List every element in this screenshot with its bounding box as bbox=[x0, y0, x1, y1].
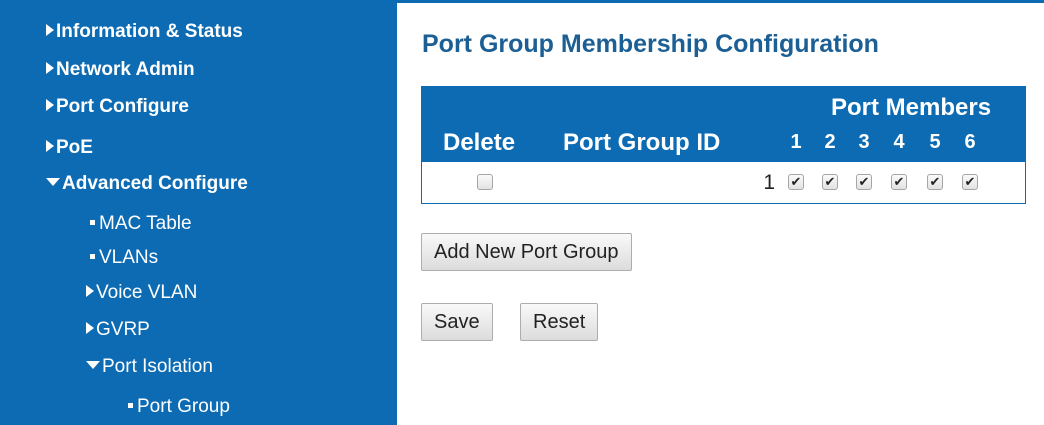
bullet-icon bbox=[128, 403, 133, 408]
sidebar-item-port-configure[interactable]: Port Configure bbox=[46, 96, 189, 118]
delete-column-header: Delete bbox=[443, 129, 516, 156]
page-title: Port Group Membership Configuration bbox=[422, 30, 879, 58]
port-member-checkbox[interactable]: ✔ bbox=[927, 174, 943, 190]
reset-button[interactable]: Reset bbox=[520, 303, 599, 341]
bullet-icon bbox=[90, 254, 95, 259]
port-group-table: Port Members Delete Port Group ID 1 2 3 … bbox=[421, 86, 1026, 204]
main-content: Port Group Membership Configuration Port… bbox=[397, 0, 1044, 425]
port-column-header: 6 bbox=[964, 131, 976, 153]
arrow-down-icon bbox=[86, 361, 100, 369]
arrow-right-icon bbox=[86, 285, 94, 297]
sidebar-item-advanced-configure[interactable]: Advanced Configure bbox=[46, 173, 248, 195]
sidebar-item-network-admin[interactable]: Network Admin bbox=[46, 59, 195, 81]
port-column-header: 5 bbox=[929, 131, 941, 153]
top-border bbox=[397, 0, 1044, 3]
arrow-right-icon bbox=[46, 140, 54, 152]
sidebar: Information & Status Network Admin Port … bbox=[0, 0, 397, 425]
sidebar-item-port-isolation[interactable]: Port Isolation bbox=[86, 356, 213, 378]
sidebar-item-label: MAC Table bbox=[99, 213, 192, 234]
sidebar-item-mac-table[interactable]: MAC Table bbox=[90, 213, 192, 235]
delete-checkbox[interactable] bbox=[477, 174, 493, 190]
port-column-header: 4 bbox=[893, 131, 905, 153]
port-column-header: 2 bbox=[824, 131, 836, 153]
arrow-right-icon bbox=[46, 99, 54, 111]
add-new-port-group-button[interactable]: Add New Port Group bbox=[421, 233, 632, 271]
port-member-checkbox[interactable]: ✔ bbox=[822, 174, 838, 190]
sidebar-item-label: Voice VLAN bbox=[96, 282, 198, 303]
table-header: Port Members Delete Port Group ID 1 2 3 … bbox=[422, 87, 1025, 162]
sidebar-item-label: GVRP bbox=[96, 319, 150, 340]
sidebar-item-port-group[interactable]: Port Group bbox=[128, 396, 230, 418]
sidebar-item-information-status[interactable]: Information & Status bbox=[46, 21, 243, 43]
sidebar-item-label: Port Group bbox=[137, 396, 230, 417]
sidebar-item-label: Advanced Configure bbox=[62, 173, 248, 194]
port-column-header: 3 bbox=[858, 131, 870, 153]
port-member-checkbox[interactable]: ✔ bbox=[856, 174, 872, 190]
arrow-right-icon bbox=[46, 24, 54, 36]
bullet-icon bbox=[90, 220, 95, 225]
port-group-id-value: 1 bbox=[763, 171, 775, 194]
port-member-checkbox[interactable]: ✔ bbox=[962, 174, 978, 190]
arrow-down-icon bbox=[46, 178, 60, 186]
sidebar-item-vlans[interactable]: VLANs bbox=[90, 247, 158, 269]
sidebar-item-label: PoE bbox=[56, 137, 93, 158]
sidebar-item-gvrp[interactable]: GVRP bbox=[86, 319, 150, 341]
sidebar-item-voice-vlan[interactable]: Voice VLAN bbox=[86, 282, 197, 304]
arrow-right-icon bbox=[86, 322, 94, 334]
port-member-checkbox[interactable]: ✔ bbox=[788, 174, 804, 190]
save-button[interactable]: Save bbox=[421, 303, 493, 341]
sidebar-item-poe[interactable]: PoE bbox=[46, 137, 93, 159]
port-group-id-column-header: Port Group ID bbox=[563, 129, 721, 156]
port-members-header: Port Members bbox=[831, 94, 992, 121]
sidebar-item-label: Information & Status bbox=[56, 21, 243, 42]
sidebar-item-label: Port Isolation bbox=[102, 356, 213, 377]
sidebar-item-label: VLANs bbox=[99, 247, 159, 268]
arrow-right-icon bbox=[46, 62, 54, 74]
table-row: 1 ✔ ✔ ✔ ✔ ✔ ✔ bbox=[422, 163, 1025, 203]
port-member-checkbox[interactable]: ✔ bbox=[891, 174, 907, 190]
sidebar-item-label: Network Admin bbox=[56, 59, 195, 80]
sidebar-item-label: Port Configure bbox=[56, 96, 189, 117]
port-column-header: 1 bbox=[790, 131, 802, 153]
